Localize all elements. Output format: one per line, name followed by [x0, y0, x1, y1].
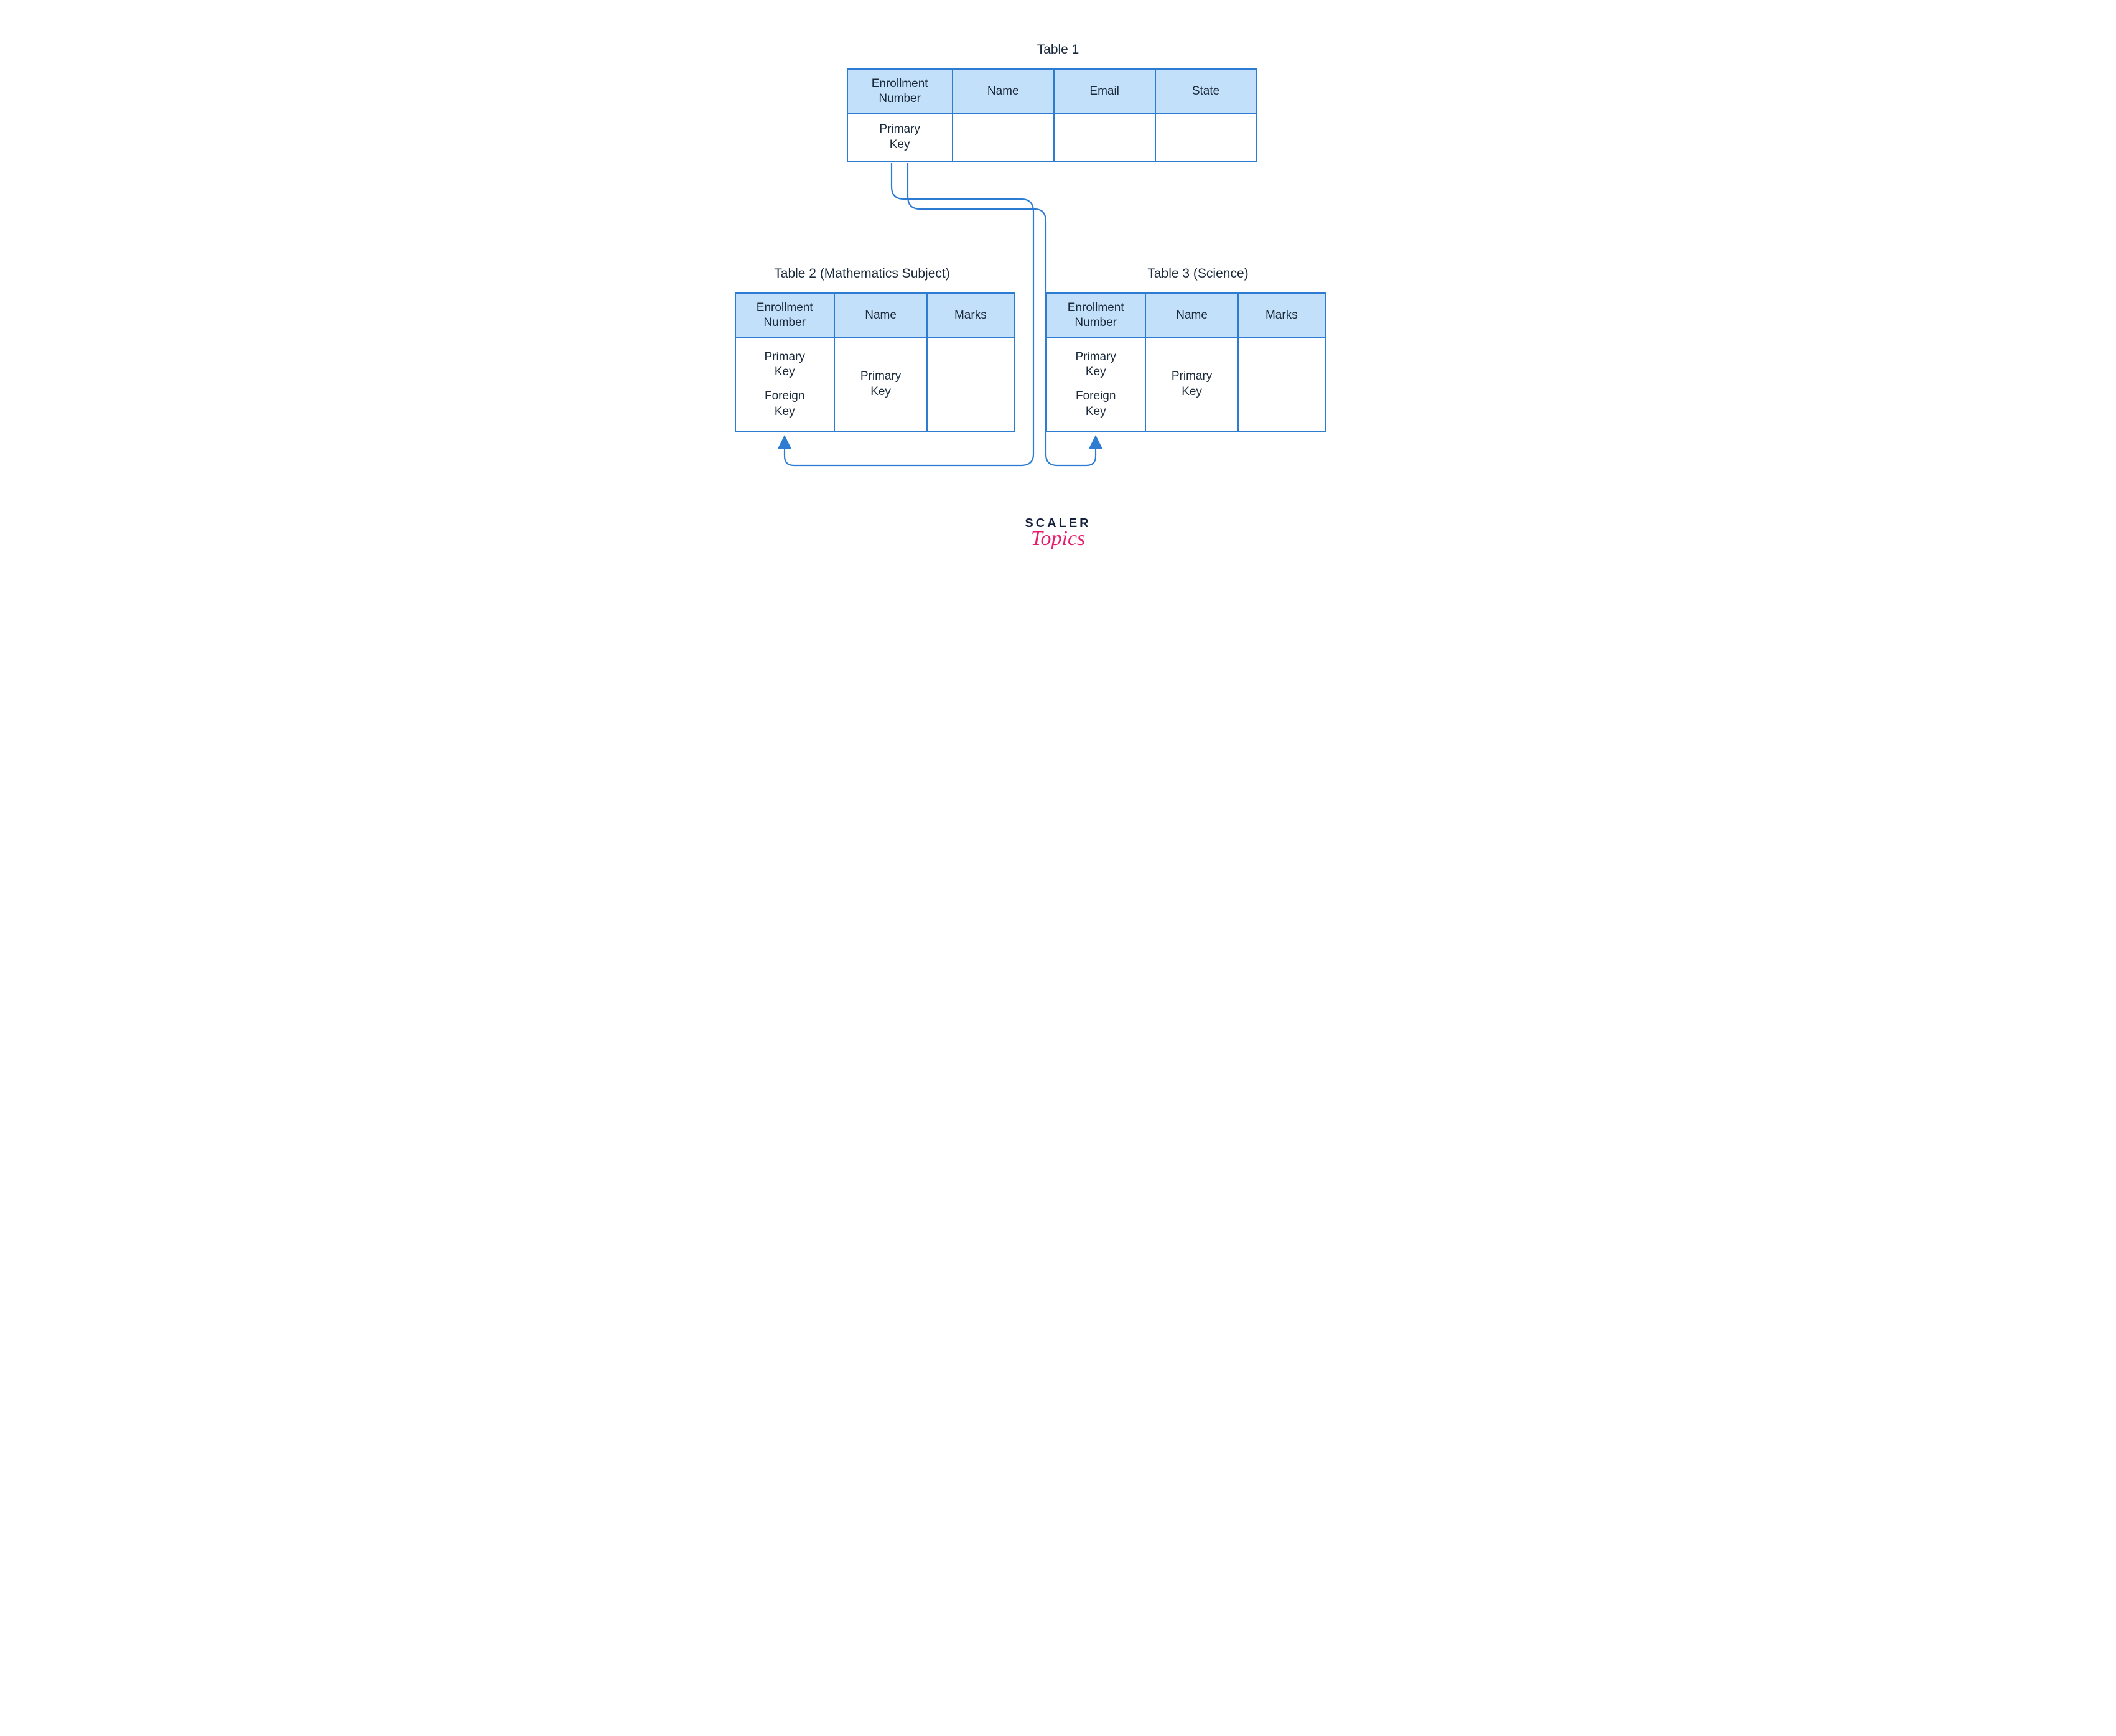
table2-row: PrimaryKey ForeignKey PrimaryKey — [735, 338, 1014, 431]
table1-h-email: Email — [1054, 69, 1155, 114]
table2-r1c1: PrimaryKey ForeignKey — [735, 338, 834, 431]
table2-h-marks: Marks — [927, 293, 1014, 338]
table1: EnrollmentNumber Name Email State Primar… — [847, 68, 1257, 162]
table3-r1c2: PrimaryKey — [1145, 338, 1238, 431]
table3-r1c1: PrimaryKey ForeignKey — [1046, 338, 1145, 431]
brand-logo: SCALER Topics — [1009, 516, 1108, 551]
table1-r1c4 — [1155, 114, 1257, 161]
table2-h-name: Name — [834, 293, 927, 338]
table2-r1c2: PrimaryKey — [834, 338, 927, 431]
table1-caption: Table 1 — [1021, 42, 1096, 57]
table2-header-row: EnrollmentNumber Name Marks — [735, 293, 1014, 338]
table1-r1c3 — [1054, 114, 1155, 161]
table1-h-state: State — [1155, 69, 1257, 114]
table1-h-enrollment: EnrollmentNumber — [847, 69, 953, 114]
table2: EnrollmentNumber Name Marks PrimaryKey F… — [735, 292, 1015, 432]
table2-caption: Table 2 (Mathematics Subject) — [760, 266, 965, 281]
table3-row: PrimaryKey ForeignKey PrimaryKey — [1046, 338, 1325, 431]
table1-r1c2 — [953, 114, 1054, 161]
table3-r1c3 — [1238, 338, 1325, 431]
table1-h-name: Name — [953, 69, 1054, 114]
table3-h-enrollment: EnrollmentNumber — [1046, 293, 1145, 338]
table1-r1c1: PrimaryKey — [847, 114, 953, 161]
table1-row: PrimaryKey — [847, 114, 1257, 161]
table2-r1c3 — [927, 338, 1014, 431]
table2-h-enrollment: EnrollmentNumber — [735, 293, 834, 338]
table3-header-row: EnrollmentNumber Name Marks — [1046, 293, 1325, 338]
table3-h-name: Name — [1145, 293, 1238, 338]
table3: EnrollmentNumber Name Marks PrimaryKey F… — [1046, 292, 1326, 432]
table3-h-marks: Marks — [1238, 293, 1325, 338]
diagram-canvas: Table 1 EnrollmentNumber Name Email Stat… — [685, 0, 1432, 612]
table3-caption: Table 3 (Science) — [1121, 266, 1276, 281]
brand-logo-sub: Topics — [1009, 527, 1108, 551]
table1-header-row: EnrollmentNumber Name Email State — [847, 69, 1257, 114]
